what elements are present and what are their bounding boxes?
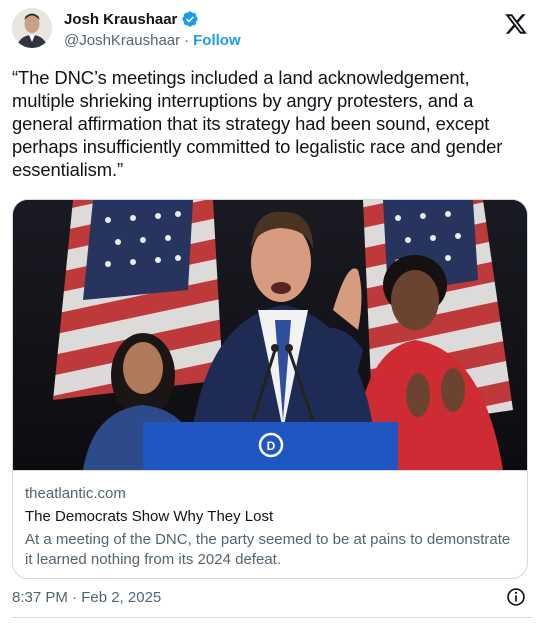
card-meta[interactable]: theatlantic.com The Democrats Show Why T…	[13, 470, 527, 578]
tweet-text: “The DNC’s meetings included a land ackn…	[12, 67, 503, 180]
tweet-header: Josh Kraushaar @JoshKraushaar · Follow	[12, 8, 532, 56]
svg-text:D: D	[267, 439, 276, 453]
link-card[interactable]: D theatlantic.com The Democrats Show Why…	[12, 199, 528, 579]
separator-dot: ·	[184, 31, 190, 49]
x-logo-icon[interactable]	[504, 12, 528, 36]
author-names: Josh Kraushaar @JoshKraushaar · Follow	[64, 8, 241, 50]
divider	[12, 617, 532, 618]
verified-badge-icon	[182, 11, 199, 27]
author-handle[interactable]: @JoshKraushaar	[64, 33, 180, 48]
follow-button[interactable]: Follow	[193, 33, 241, 48]
author-display-name[interactable]: Josh Kraushaar	[64, 12, 177, 27]
card-image[interactable]: D	[13, 200, 527, 470]
card-description: At a meeting of the DNC, the party seeme…	[25, 531, 511, 568]
card-title[interactable]: The Democrats Show Why They Lost	[25, 506, 517, 528]
card-domain: theatlantic.com	[25, 485, 126, 502]
info-icon[interactable]	[506, 587, 526, 607]
tweet-timestamp[interactable]: 8:37 PM · Feb 2, 2025	[12, 587, 161, 609]
author-avatar[interactable]	[12, 8, 52, 48]
card-photo: D	[13, 200, 527, 470]
avatar-photo	[12, 8, 52, 48]
